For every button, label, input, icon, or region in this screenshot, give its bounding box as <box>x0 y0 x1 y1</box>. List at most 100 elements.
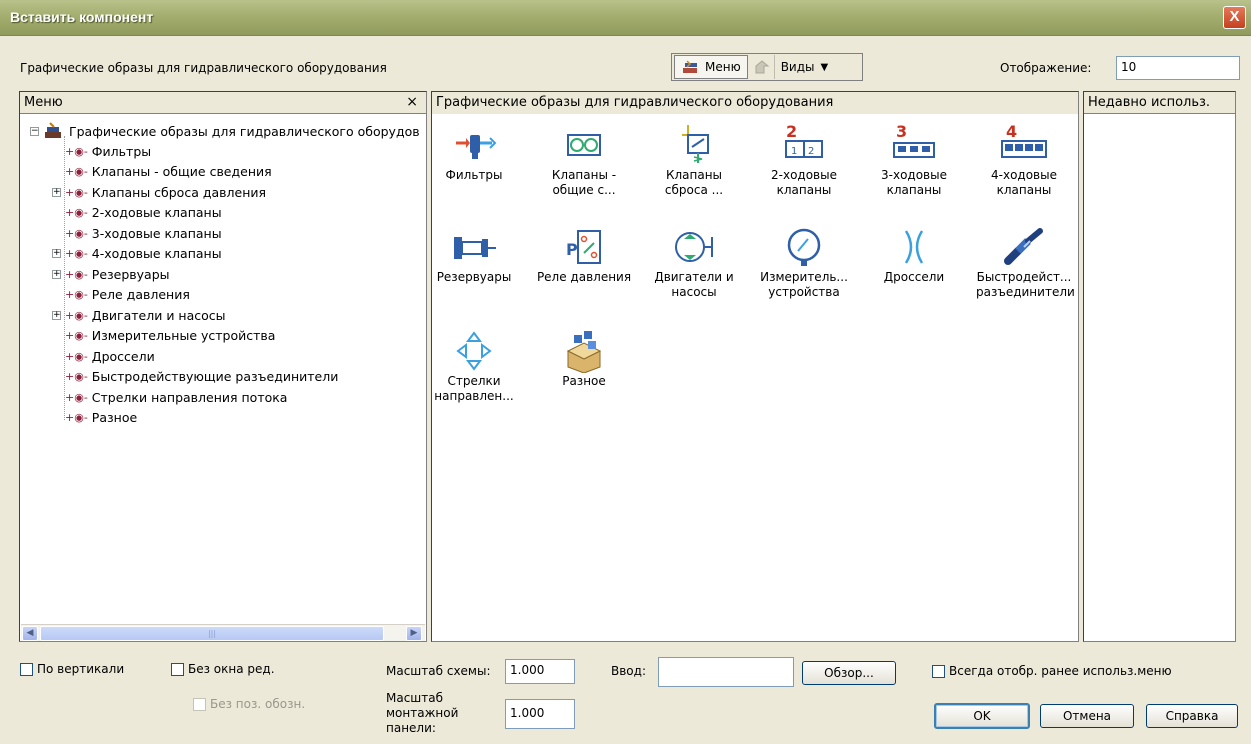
relief-valve-icon <box>682 125 709 163</box>
tree-item[interactable]: +◉- Фильтры <box>52 141 151 161</box>
component-icon: +◉- <box>65 267 88 281</box>
tree-item[interactable]: +◉- Разное <box>52 408 137 428</box>
gallery-item-4way-valves[interactable]: 4 4-ходовые клапаны <box>976 122 1072 198</box>
tree-item-label: Измерительные устройства <box>91 328 276 343</box>
gallery-item-filters[interactable]: Фильтры <box>426 122 522 183</box>
checkbox-box[interactable] <box>20 663 33 676</box>
quick-disconnect-icon <box>1004 228 1043 265</box>
icon-label: Резервуары <box>436 270 512 284</box>
menu-tree-title: Меню <box>24 95 63 110</box>
gauge-icon <box>787 228 821 266</box>
scroll-right-icon[interactable]: ▶ <box>406 626 422 641</box>
menu-toggle-button[interactable]: Меню <box>674 55 748 79</box>
tree-item[interactable]: +◉- Быстродействующие разъединители <box>52 367 338 387</box>
component-icon: +◉- <box>65 308 88 322</box>
view-toolbar: Меню Виды ▼ <box>671 53 863 81</box>
tree-item[interactable]: +◉- Измерительные устройства <box>52 326 275 346</box>
gallery-item-valves-general[interactable]: Клапаны - общие с... <box>536 122 632 198</box>
tree-root[interactable]: − Графические образы для гидравлического… <box>30 121 420 141</box>
tree-item[interactable]: + +◉- Двигатели и насосы <box>52 305 226 325</box>
tree-item[interactable]: +◉- Реле давления <box>52 285 190 305</box>
expand-icon[interactable]: + <box>52 269 61 279</box>
tree-item-label: Стрелки направления потока <box>91 389 288 405</box>
scheme-scale-field[interactable]: 1.000 <box>505 659 575 684</box>
menu-tree-header: Меню × <box>20 92 426 114</box>
tree-item[interactable]: +◉- Дроссели <box>52 346 155 366</box>
expand-icon[interactable]: + <box>52 249 61 258</box>
ok-button[interactable]: OK <box>934 703 1030 729</box>
flow-arrows-icon <box>456 331 492 371</box>
gallery-item-pressure-switch[interactable]: P Реле давления <box>536 224 632 285</box>
icon-label: общие с... <box>552 183 616 197</box>
gallery-item-relief-valves[interactable]: Клапаны сброса ... <box>646 122 742 198</box>
tree-item[interactable]: + +◉- Резервуары <box>52 264 170 284</box>
component-icon: +◉- <box>65 288 88 301</box>
gallery-item-3way-valves[interactable]: 3 3-ходовые клапаны <box>866 122 962 198</box>
vertical-checkbox[interactable]: По вертикали <box>20 662 124 676</box>
gallery-item-flow-arrows[interactable]: Стрелки направлен... <box>426 328 522 404</box>
vertical-label: По вертикали <box>37 662 125 676</box>
icon-label: Реле давления <box>536 270 632 284</box>
up-level-button[interactable] <box>748 55 774 79</box>
gallery-item-2way-valves[interactable]: 2 1 2 2-ходовые клапаны <box>756 122 852 198</box>
icon-label: Разное <box>562 374 606 388</box>
tree-item[interactable]: +◉- 3-ходовые клапаны <box>52 223 222 243</box>
tree-horizontal-scrollbar[interactable]: ◀ ||| ▶ <box>21 624 425 641</box>
icon-label: насосы <box>671 285 717 299</box>
cancel-button[interactable]: Отмена <box>1040 704 1134 728</box>
panel-scale-field[interactable]: 1.000 <box>505 699 575 729</box>
no-pos-designation-label: Без поз. обозн. <box>210 697 306 711</box>
gallery-item-reservoirs[interactable]: Резервуары <box>426 224 522 285</box>
display-count-field[interactable]: 10 <box>1116 56 1240 80</box>
tree-item[interactable]: +◉- 2-ходовые клапаны <box>52 203 222 223</box>
gallery-item-misc[interactable]: Разное <box>536 328 632 389</box>
component-icon: +◉- <box>65 247 88 260</box>
component-icon: +◉- <box>65 144 88 158</box>
input-field[interactable] <box>658 657 794 687</box>
gallery-item-throttles[interactable]: Дроссели <box>866 224 962 285</box>
tree-item[interactable]: +◉- Клапаны - общие сведения <box>52 162 272 182</box>
up-arrow-icon <box>755 60 770 74</box>
tree-item-label: Реле давления <box>91 287 190 302</box>
tree-item[interactable]: +◉- Стрелки направления потока <box>52 387 287 407</box>
panel-scale-label-line: Масштаб <box>386 691 444 705</box>
close-icon[interactable]: × <box>406 94 418 110</box>
always-show-label: Всегда отобр. ранее использ.меню <box>949 664 1172 678</box>
component-icon: +◉- <box>65 390 88 404</box>
gallery-item-motors-pumps[interactable]: Двигатели и насосы <box>646 224 742 300</box>
scheme-scale-label: Масштаб схемы: <box>386 664 491 678</box>
scroll-left-icon[interactable]: ◀ <box>22 626 38 641</box>
expand-icon[interactable]: + <box>52 187 61 197</box>
component-icon: +◉- <box>65 370 88 383</box>
gallery-item-measuring-devices[interactable]: Измеритель... устройства <box>756 224 852 300</box>
component-icon: +◉- <box>65 226 88 240</box>
icon-label: 4-ходовые <box>991 168 1057 182</box>
tree-item[interactable]: + +◉- 4-ходовые клапаны <box>52 244 222 264</box>
always-show-checkbox[interactable]: Всегда отобр. ранее использ.меню <box>932 664 1172 678</box>
gallery-header: Графические образы для гидравлического о… <box>432 92 1078 114</box>
tree-item[interactable]: + +◉- Клапаны сброса давления <box>52 182 266 202</box>
views-dropdown[interactable]: Виды ▼ <box>773 55 835 79</box>
icon-label: Стрелки <box>447 374 501 388</box>
expand-icon[interactable]: + <box>52 310 61 320</box>
gallery-item-quick-disconnects[interactable]: Быстродейст... разъединители <box>976 224 1075 300</box>
icon-label: Дроссели <box>883 270 945 284</box>
browse-button[interactable]: Обзор... <box>802 661 896 685</box>
no-edit-window-checkbox[interactable]: Без окна ред. <box>171 662 275 676</box>
chevron-down-icon: ▼ <box>820 61 829 73</box>
help-button[interactable]: Справка <box>1146 704 1238 728</box>
checkbox-box[interactable] <box>932 665 945 678</box>
checkbox-box[interactable] <box>171 663 184 676</box>
scroll-thumb[interactable]: ||| <box>40 626 384 641</box>
icon-label: Двигатели и <box>654 270 734 284</box>
icon-label: Клапаны - <box>551 168 617 182</box>
number-2: 2 <box>786 123 797 141</box>
tree-item-label: Двигатели и насосы <box>91 307 226 323</box>
close-button[interactable]: X <box>1223 6 1246 29</box>
panel-scale-label-line: монтажной <box>386 706 459 720</box>
window-title: Вставить компонент <box>10 9 154 25</box>
recent-header: Недавно использ. <box>1084 92 1235 114</box>
throttle-icon <box>904 230 924 264</box>
menu-tree-panel: Меню × − Графические образы для гидравли… <box>19 91 427 642</box>
icon-label: 2-ходовые <box>771 168 837 182</box>
